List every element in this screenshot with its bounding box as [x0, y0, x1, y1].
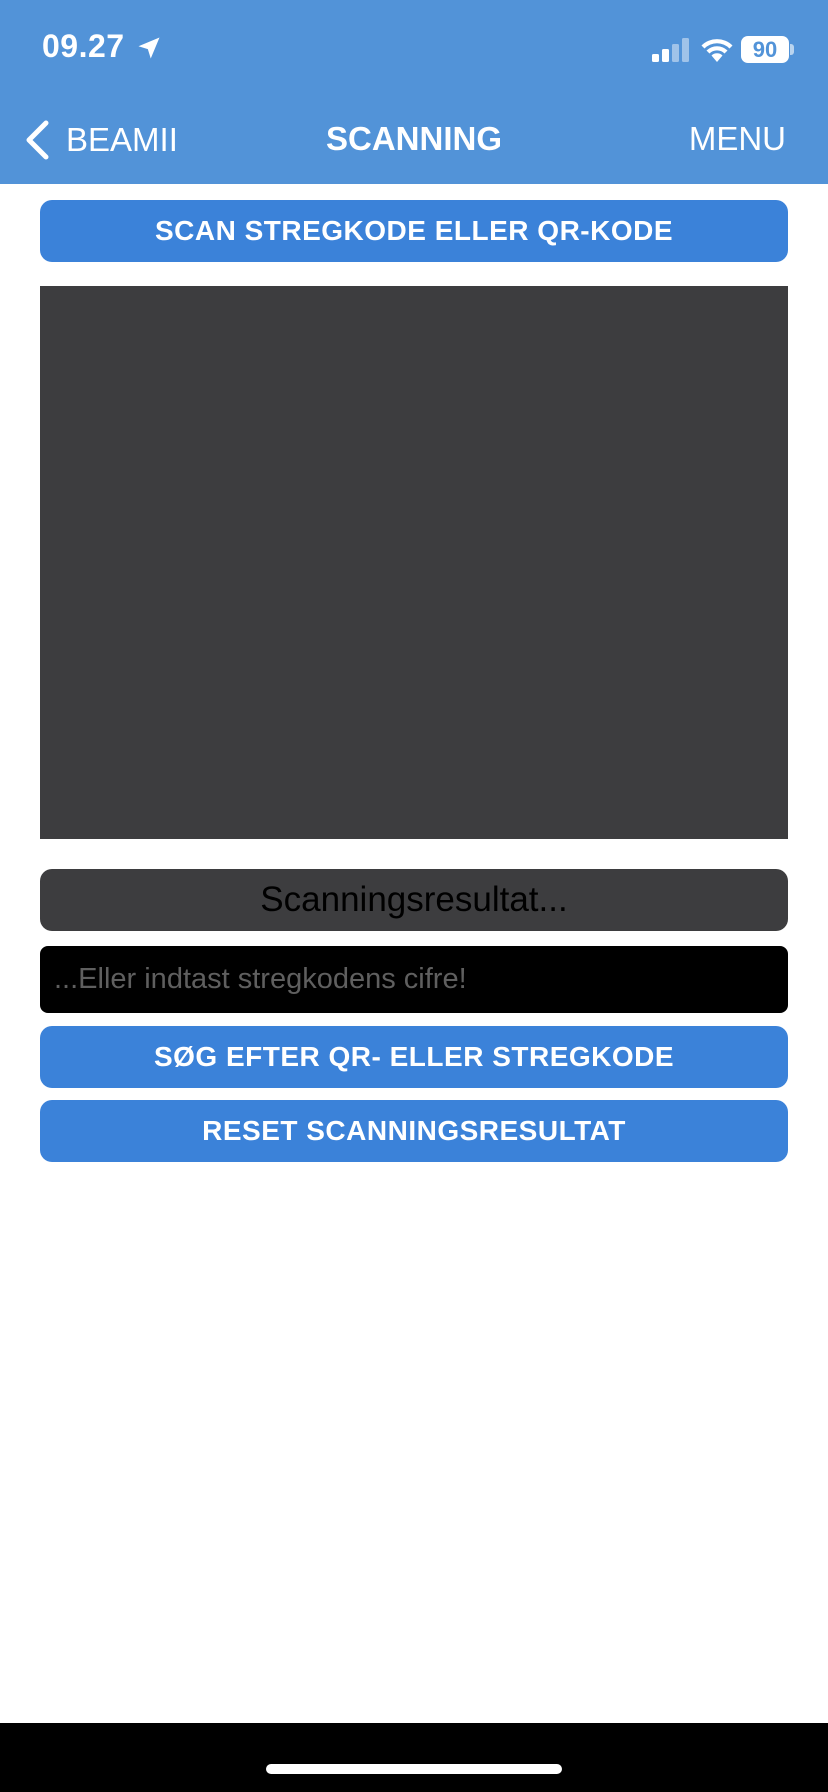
battery-indicator: 90	[741, 36, 789, 63]
wifi-icon	[701, 39, 733, 62]
camera-preview	[40, 286, 788, 839]
home-indicator[interactable]	[266, 1764, 562, 1774]
barcode-input[interactable]	[40, 946, 788, 1013]
menu-button[interactable]: MENU	[689, 120, 786, 158]
reset-button[interactable]: RESET SCANNINGSRESULTAT	[40, 1100, 788, 1162]
status-time: 09.27	[42, 28, 125, 64]
back-button[interactable]: BEAMII	[24, 118, 178, 162]
battery-tip	[790, 44, 794, 55]
home-bar-area	[0, 1723, 828, 1792]
chevron-left-icon	[26, 120, 49, 160]
app-header: 09.27 90 BEAMII SCANNING MENU	[0, 0, 828, 184]
search-button[interactable]: SØG EFTER QR- ELLER STREGKODE	[40, 1026, 788, 1088]
back-label: BEAMII	[66, 121, 178, 158]
scan-result-display: Scanningsresultat...	[40, 869, 788, 931]
location-arrow-icon	[138, 37, 160, 59]
scan-button[interactable]: SCAN STREGKODE ELLER QR-KODE	[40, 200, 788, 262]
cellular-signal-icon	[652, 38, 689, 62]
